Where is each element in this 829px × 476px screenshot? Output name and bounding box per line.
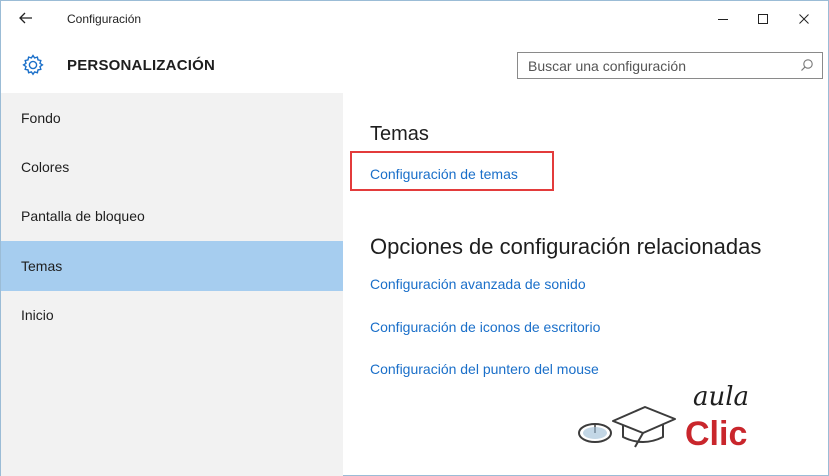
sidebar-item-colores[interactable]: Colores <box>1 142 343 192</box>
advanced-sound-settings-link[interactable]: Configuración avanzada de sonido <box>370 276 586 292</box>
desktop-icon-settings-link[interactable]: Configuración de iconos de escritorio <box>370 319 600 335</box>
sidebar-item-label: Inicio <box>21 307 54 323</box>
sidebar-item-label: Fondo <box>21 110 61 126</box>
sidebar-item-inicio[interactable]: Inicio <box>1 290 343 340</box>
aulaclic-logo: aula Clic <box>578 382 749 453</box>
logo-word-aula: aula <box>693 382 749 412</box>
gear-icon <box>22 54 44 76</box>
search-icon[interactable] <box>800 58 814 72</box>
related-settings-heading: Opciones de configuración relacionadas <box>370 234 762 259</box>
themes-heading: Temas <box>370 123 429 145</box>
sidebar-item-label: Pantalla de bloqueo <box>21 208 145 224</box>
sidebar-item-label: Temas <box>21 258 63 274</box>
page-title: PERSONALIZACIÓN <box>67 57 216 74</box>
sidebar-item-temas[interactable]: Temas <box>1 241 343 291</box>
minimize-icon <box>718 19 728 20</box>
sidebar-item-fondo[interactable]: Fondo <box>1 93 343 143</box>
maximize-button[interactable] <box>743 1 783 37</box>
close-icon <box>799 14 809 24</box>
graduation-cap-icon <box>612 406 676 448</box>
mouse-pointer-settings-link[interactable]: Configuración del puntero del mouse <box>370 361 599 377</box>
page-header: PERSONALIZACIÓN <box>1 37 828 93</box>
sidebar-item-pantalla-de-bloqueo[interactable]: Pantalla de bloqueo <box>1 191 343 241</box>
search-box[interactable] <box>517 52 823 79</box>
themes-settings-link[interactable]: Configuración de temas <box>370 166 518 182</box>
back-arrow-icon <box>19 12 32 24</box>
search-input[interactable] <box>518 53 798 78</box>
back-button[interactable] <box>15 7 37 29</box>
main-content: Temas Configuración de temas Opciones de… <box>343 93 828 476</box>
mouse-icon <box>578 423 612 443</box>
maximize-icon <box>758 14 768 24</box>
close-button[interactable] <box>784 1 824 37</box>
window-title: Configuración <box>67 12 142 26</box>
minimize-button[interactable] <box>703 1 743 37</box>
logo-word-clic: Clic <box>685 415 747 453</box>
sidebar: Fondo Colores Pantalla de bloqueo Temas … <box>1 93 343 476</box>
sidebar-item-label: Colores <box>21 159 70 175</box>
title-bar: Configuración <box>1 1 828 37</box>
